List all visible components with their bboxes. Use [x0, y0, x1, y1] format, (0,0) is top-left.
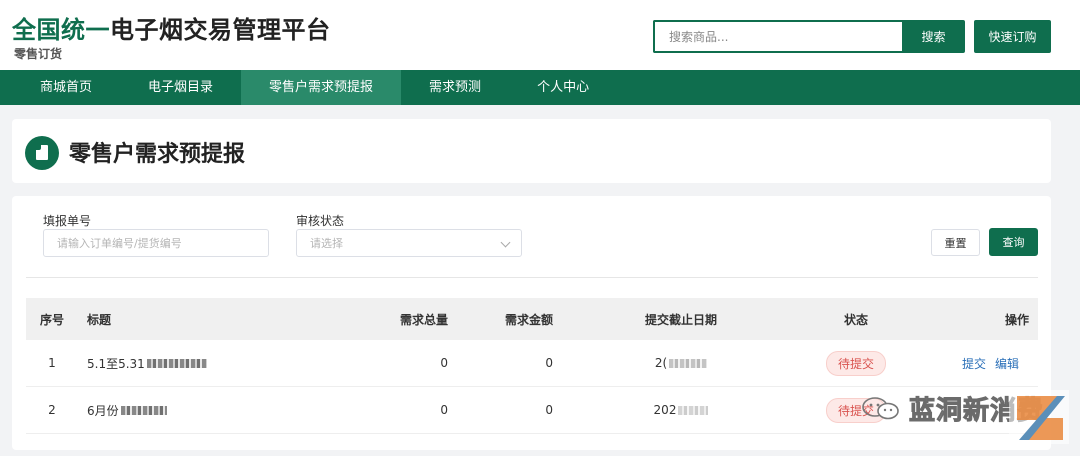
divider	[26, 277, 1038, 278]
watermark-logo-icon	[1009, 390, 1069, 444]
order-no-label: 填报单号	[43, 214, 92, 228]
table-row: 1 5.1至5.31 0 0 2( 待提交 提交 编辑	[26, 340, 1038, 387]
row-deadline: 202	[606, 387, 756, 433]
document-icon	[25, 136, 59, 170]
query-button[interactable]: 查询	[989, 228, 1038, 256]
nav-item-forecast[interactable]: 需求预测	[401, 70, 509, 105]
row-amount: 0	[545, 403, 553, 417]
row-quantity: 0	[440, 356, 448, 370]
search-button[interactable]: 搜索	[902, 20, 965, 53]
edit-link[interactable]: 编辑	[995, 355, 1019, 372]
status-label: 审核状态	[296, 214, 345, 228]
row-title: 6月份	[87, 387, 337, 433]
platform-title: 全国统一电子烟交易管理平台	[12, 10, 331, 45]
page-title-card: 零售户需求预提报	[12, 119, 1051, 183]
wechat-icon	[862, 397, 899, 420]
reset-button[interactable]: 重置	[931, 229, 980, 256]
row-status: 待提交	[791, 340, 921, 386]
nav-item-profile[interactable]: 个人中心	[509, 70, 617, 105]
row-actions: 提交 编辑	[962, 340, 1038, 386]
main-nav: 商城首页 电子烟目录 零售户需求预提报 需求预测 个人中心	[0, 70, 1080, 105]
row-quantity: 0	[440, 403, 448, 417]
status-select-input[interactable]	[297, 230, 521, 256]
order-no-field-box	[43, 229, 269, 257]
redacted-mark	[146, 358, 207, 368]
col-header-amount: 需求金额	[504, 312, 553, 327]
redacted-mark	[120, 405, 167, 415]
redacted-mark	[678, 405, 709, 415]
platform-title-rest: 电子烟交易管理平台	[110, 16, 331, 44]
quick-order-button[interactable]: 快速订购	[974, 20, 1051, 53]
row-deadline-text: 2(	[654, 356, 668, 370]
col-header-deadline: 提交截止日期	[644, 312, 717, 327]
platform-title-accent: 全国统一	[12, 16, 110, 44]
nav-item-catalog[interactable]: 电子烟目录	[120, 70, 241, 105]
nav-item-home[interactable]: 商城首页	[12, 70, 120, 105]
col-header-quantity: 需求总量	[399, 312, 448, 327]
row-title-text: 6月份	[87, 403, 119, 418]
app-header: 全国统一电子烟交易管理平台 零售订货 搜索 快速订购	[0, 0, 1080, 70]
page-title: 零售户需求预提报	[69, 142, 246, 167]
submit-link[interactable]: 提交	[962, 355, 986, 372]
row-index: 1	[48, 356, 56, 370]
col-header-index: 序号	[39, 312, 64, 327]
row-deadline: 2(	[606, 340, 756, 386]
col-header-title: 标题	[87, 312, 112, 327]
nav-item-demand-report[interactable]: 零售户需求预提报	[241, 70, 402, 105]
row-title-text: 5.1至5.31	[87, 356, 145, 371]
search-input[interactable]	[655, 22, 903, 51]
search-box	[653, 20, 903, 53]
platform-subtitle: 零售订货	[14, 47, 63, 61]
table-header: 序号 标题 需求总量 需求金额 提交截止日期 状态 操作	[26, 298, 1038, 340]
col-header-status: 状态	[843, 312, 868, 327]
row-title: 5.1至5.31	[87, 340, 337, 386]
row-amount: 0	[545, 356, 553, 370]
row-deadline-text: 202	[653, 403, 677, 417]
col-header-actions: 操作	[1004, 312, 1029, 327]
status-badge: 待提交	[825, 350, 886, 376]
row-index: 2	[48, 403, 56, 417]
order-no-input[interactable]	[44, 230, 268, 256]
redacted-mark	[669, 358, 708, 368]
status-select[interactable]	[296, 229, 522, 257]
